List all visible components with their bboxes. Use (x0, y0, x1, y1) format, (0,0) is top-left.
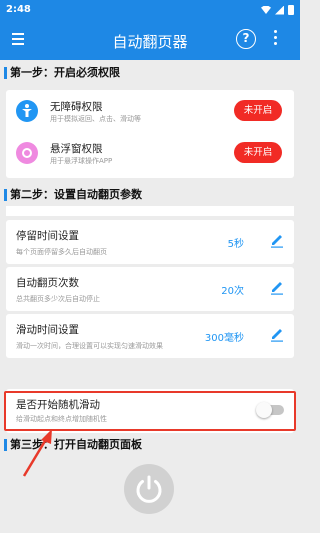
permission-desc: 用于悬浮球操作APP (50, 157, 113, 165)
enable-floating-window-button[interactable]: 未开启 (234, 142, 282, 163)
clipped-setting-row (6, 206, 294, 216)
setting-name: 自动翻页次数 (16, 277, 79, 289)
wifi-icon (261, 6, 271, 14)
accessibility-icon (16, 100, 38, 122)
status-bar: 2:48 (0, 0, 300, 20)
system-icons (261, 5, 294, 15)
enable-accessibility-button[interactable]: 未开启 (234, 100, 282, 121)
random-swipe-toggle[interactable] (256, 402, 284, 418)
battery-icon (288, 5, 294, 15)
section-title-step1: 第一步：开启必须权限 (0, 60, 300, 86)
signal-icon (275, 5, 284, 15)
setting-value: 5秒 (227, 239, 244, 250)
setting-name: 是否开始随机滑动 (16, 399, 100, 411)
setting-row-stay-time[interactable]: 停留时间设置 每个页面停留多久后自动翻页 5秒 (6, 220, 294, 264)
setting-row-page-count[interactable]: 自动翻页次数 总共翻页多少次后自动停止 20次 (6, 267, 294, 311)
status-time: 2:48 (6, 4, 31, 15)
permission-name: 无障碍权限 (50, 101, 103, 113)
more-options-icon[interactable] (274, 30, 278, 48)
power-button[interactable] (124, 464, 174, 514)
edit-icon[interactable] (270, 326, 284, 342)
app-bar: 自动翻页器 ? (0, 20, 300, 60)
setting-desc: 滑动一次时间，合理设置可以实现匀速滑动效果 (16, 342, 163, 350)
power-icon (136, 475, 162, 503)
setting-value: 20次 (221, 286, 244, 297)
permission-row-accessibility[interactable]: 无障碍权限 用于模拟返回、点击、滑动等 未开启 (6, 92, 294, 136)
edit-icon[interactable] (270, 232, 284, 248)
setting-row-swipe-time[interactable]: 滑动时间设置 滑动一次时间，合理设置可以实现匀速滑动效果 300毫秒 (6, 314, 294, 358)
permissions-card: 无障碍权限 用于模拟返回、点击、滑动等 未开启 悬浮窗权限 用于悬浮球操作APP… (6, 90, 294, 178)
setting-name: 停留时间设置 (16, 230, 79, 242)
setting-value: 300毫秒 (204, 333, 244, 344)
permission-desc: 用于模拟返回、点击、滑动等 (50, 115, 141, 123)
permission-row-floating[interactable]: 悬浮窗权限 用于悬浮球操作APP 未开启 (6, 134, 294, 178)
section-title-step3: 第三步：打开自动翻页面板 (0, 432, 300, 458)
section-title-step2: 第二步：设置自动翻页参数 (0, 182, 300, 208)
help-icon[interactable]: ? (236, 29, 256, 49)
permission-name: 悬浮窗权限 (50, 143, 103, 155)
setting-row-random-swipe[interactable]: 是否开始随机滑动 给滑动起点和终点增加随机性 (6, 389, 294, 433)
setting-name: 滑动时间设置 (16, 324, 79, 336)
setting-desc: 总共翻页多少次后自动停止 (16, 295, 100, 303)
floating-window-icon (16, 142, 38, 164)
setting-desc: 每个页面停留多久后自动翻页 (16, 248, 107, 256)
edit-icon[interactable] (270, 279, 284, 295)
setting-desc: 给滑动起点和终点增加随机性 (16, 415, 107, 423)
